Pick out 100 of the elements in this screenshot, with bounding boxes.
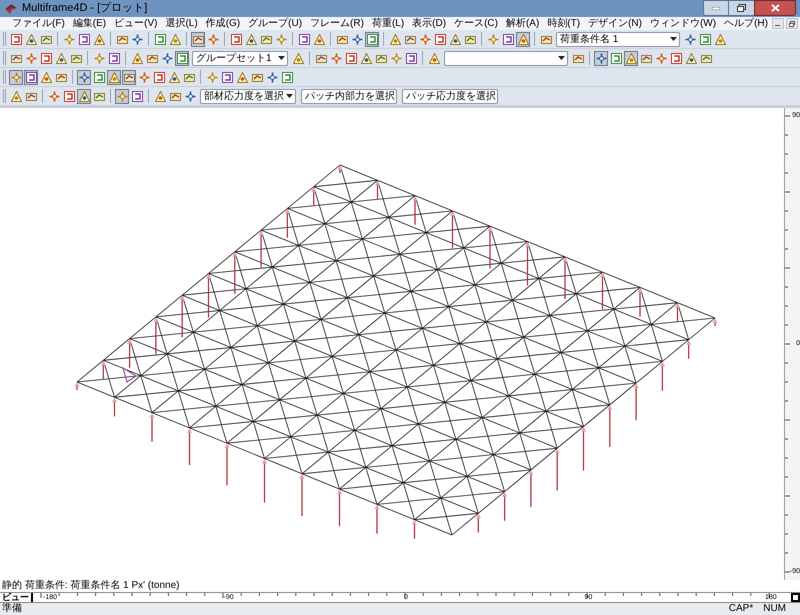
menu-item[interactable]: 作成(G): [202, 18, 244, 30]
menu-item[interactable]: 荷重(L): [368, 18, 408, 30]
toolbar-button[interactable]: [92, 70, 106, 85]
toolbar-button[interactable]: [24, 70, 38, 85]
toolbar-button[interactable]: [594, 50, 608, 66]
toolbar-button[interactable]: [130, 32, 144, 47]
toolbar-button[interactable]: [329, 50, 343, 66]
toolbar-button[interactable]: [62, 88, 76, 104]
dropdown[interactable]: パッチ応力度を選択: [402, 88, 498, 104]
toolbar-button[interactable]: [235, 70, 249, 85]
toolbar-button[interactable]: [54, 50, 68, 66]
toolbar-button[interactable]: [365, 32, 379, 47]
toolbar-button[interactable]: [47, 88, 61, 104]
toolbar-button[interactable]: [205, 70, 219, 85]
toolbar-button[interactable]: [152, 70, 166, 85]
toolbar-button[interactable]: [24, 32, 38, 47]
toolbar-button[interactable]: [683, 32, 697, 47]
toolbar-button[interactable]: [359, 50, 373, 66]
dropdown[interactable]: パッチ内部力を選択: [301, 88, 397, 104]
toolbar-button[interactable]: [244, 32, 258, 47]
menu-item[interactable]: 表示(D): [408, 18, 450, 30]
toolbar-button[interactable]: [130, 50, 144, 66]
toolbar-button[interactable]: [9, 70, 23, 85]
tool-icon: [626, 52, 636, 64]
toolbar-button[interactable]: [669, 50, 683, 66]
toolbar-button[interactable]: [448, 32, 462, 47]
toolbar-button[interactable]: [297, 32, 311, 47]
toolbar-button[interactable]: [684, 50, 698, 66]
menu-item[interactable]: ビュー(V): [110, 18, 162, 30]
toolbar-button[interactable]: [77, 70, 91, 85]
toolbar-button[interactable]: [350, 32, 364, 47]
toolbar-button[interactable]: [389, 50, 403, 66]
toolbar-button[interactable]: [418, 32, 432, 47]
maximize-button[interactable]: [729, 0, 754, 16]
toolbar-button[interactable]: [77, 32, 91, 47]
minimize-button[interactable]: [703, 0, 729, 16]
toolbar-button[interactable]: [77, 88, 91, 104]
toolbar-button[interactable]: [92, 32, 106, 47]
dropdown[interactable]: 部材応力度を選択: [200, 88, 296, 104]
toolbar-button[interactable]: [344, 50, 358, 66]
menu-item[interactable]: ファイル(F): [8, 18, 69, 30]
toolbar-button[interactable]: [153, 88, 167, 104]
menu-item[interactable]: ウィンドウ(W): [646, 18, 720, 30]
menu-item[interactable]: ヘルプ(H): [720, 18, 772, 30]
toolbar-button[interactable]: [291, 50, 305, 66]
toolbar-button[interactable]: [388, 32, 402, 47]
toolbar-button[interactable]: [191, 32, 205, 47]
toolbar-button[interactable]: [280, 70, 294, 85]
toolbar-button[interactable]: [39, 50, 53, 66]
toolbar-button[interactable]: [274, 32, 288, 47]
toolbar-button[interactable]: [9, 32, 23, 47]
tool-icon: [170, 34, 180, 45]
toolbar-button[interactable]: [137, 70, 151, 85]
toolbar-button[interactable]: [713, 32, 727, 47]
toolbar-button[interactable]: [62, 32, 76, 47]
toolbar-button[interactable]: [501, 32, 515, 47]
toolbar-button[interactable]: [624, 50, 638, 66]
toolbar-button[interactable]: [39, 70, 53, 85]
toolbar-button[interactable]: [433, 32, 447, 47]
toolbar-button[interactable]: [654, 50, 668, 66]
menu-item[interactable]: グループ(U): [244, 18, 306, 30]
toolbar-button[interactable]: [24, 50, 38, 66]
toolbar-button[interactable]: [206, 32, 220, 47]
tool-icon: [124, 72, 134, 83]
toolbar-button[interactable]: [153, 32, 167, 47]
toolbar-button[interactable]: [183, 88, 197, 104]
menu-item[interactable]: フレーム(R): [306, 18, 368, 30]
toolbar-button[interactable]: [486, 32, 500, 47]
toolbar-button[interactable]: [168, 32, 182, 47]
toolbar-button[interactable]: [160, 50, 174, 66]
toolbar-button[interactable]: [130, 88, 144, 104]
menu-item[interactable]: 解析(A): [502, 18, 544, 30]
toolbar-button[interactable]: [229, 32, 243, 47]
toolbar-button[interactable]: [115, 88, 129, 104]
toolbar-button[interactable]: [404, 50, 418, 66]
close-button[interactable]: [754, 0, 796, 16]
menu-item[interactable]: 編集(E): [68, 18, 110, 30]
menu-item[interactable]: デザイン(N): [584, 18, 646, 30]
mdi-minimize-button[interactable]: [772, 18, 784, 30]
toolbar-button[interactable]: [9, 88, 23, 104]
toolbar-button[interactable]: [427, 50, 441, 66]
toolbar-button[interactable]: [516, 32, 530, 47]
toolbar-button[interactable]: [312, 32, 326, 47]
toolbar-button[interactable]: [698, 32, 712, 47]
dropdown[interactable]: [444, 50, 568, 66]
menu-item[interactable]: 選択(L): [161, 18, 202, 30]
menu-item[interactable]: ケース(C): [450, 18, 502, 30]
toolbar-button[interactable]: [122, 70, 136, 85]
toolbar-button[interactable]: [265, 70, 279, 85]
toolbar-button[interactable]: [175, 50, 189, 66]
dropdown[interactable]: 荷重条件名 1: [556, 32, 680, 47]
toolbar-button[interactable]: [107, 50, 121, 66]
toolbar-button[interactable]: [92, 50, 106, 66]
menu-item[interactable]: 時刻(T): [543, 18, 584, 30]
toolbar-button[interactable]: [107, 70, 121, 85]
toolbar-button[interactable]: [220, 70, 234, 85]
toolbar-button[interactable]: [167, 70, 181, 85]
dropdown[interactable]: グループセット1: [192, 50, 288, 66]
mdi-restore-button[interactable]: [786, 18, 798, 30]
toolbar-button[interactable]: [609, 50, 623, 66]
